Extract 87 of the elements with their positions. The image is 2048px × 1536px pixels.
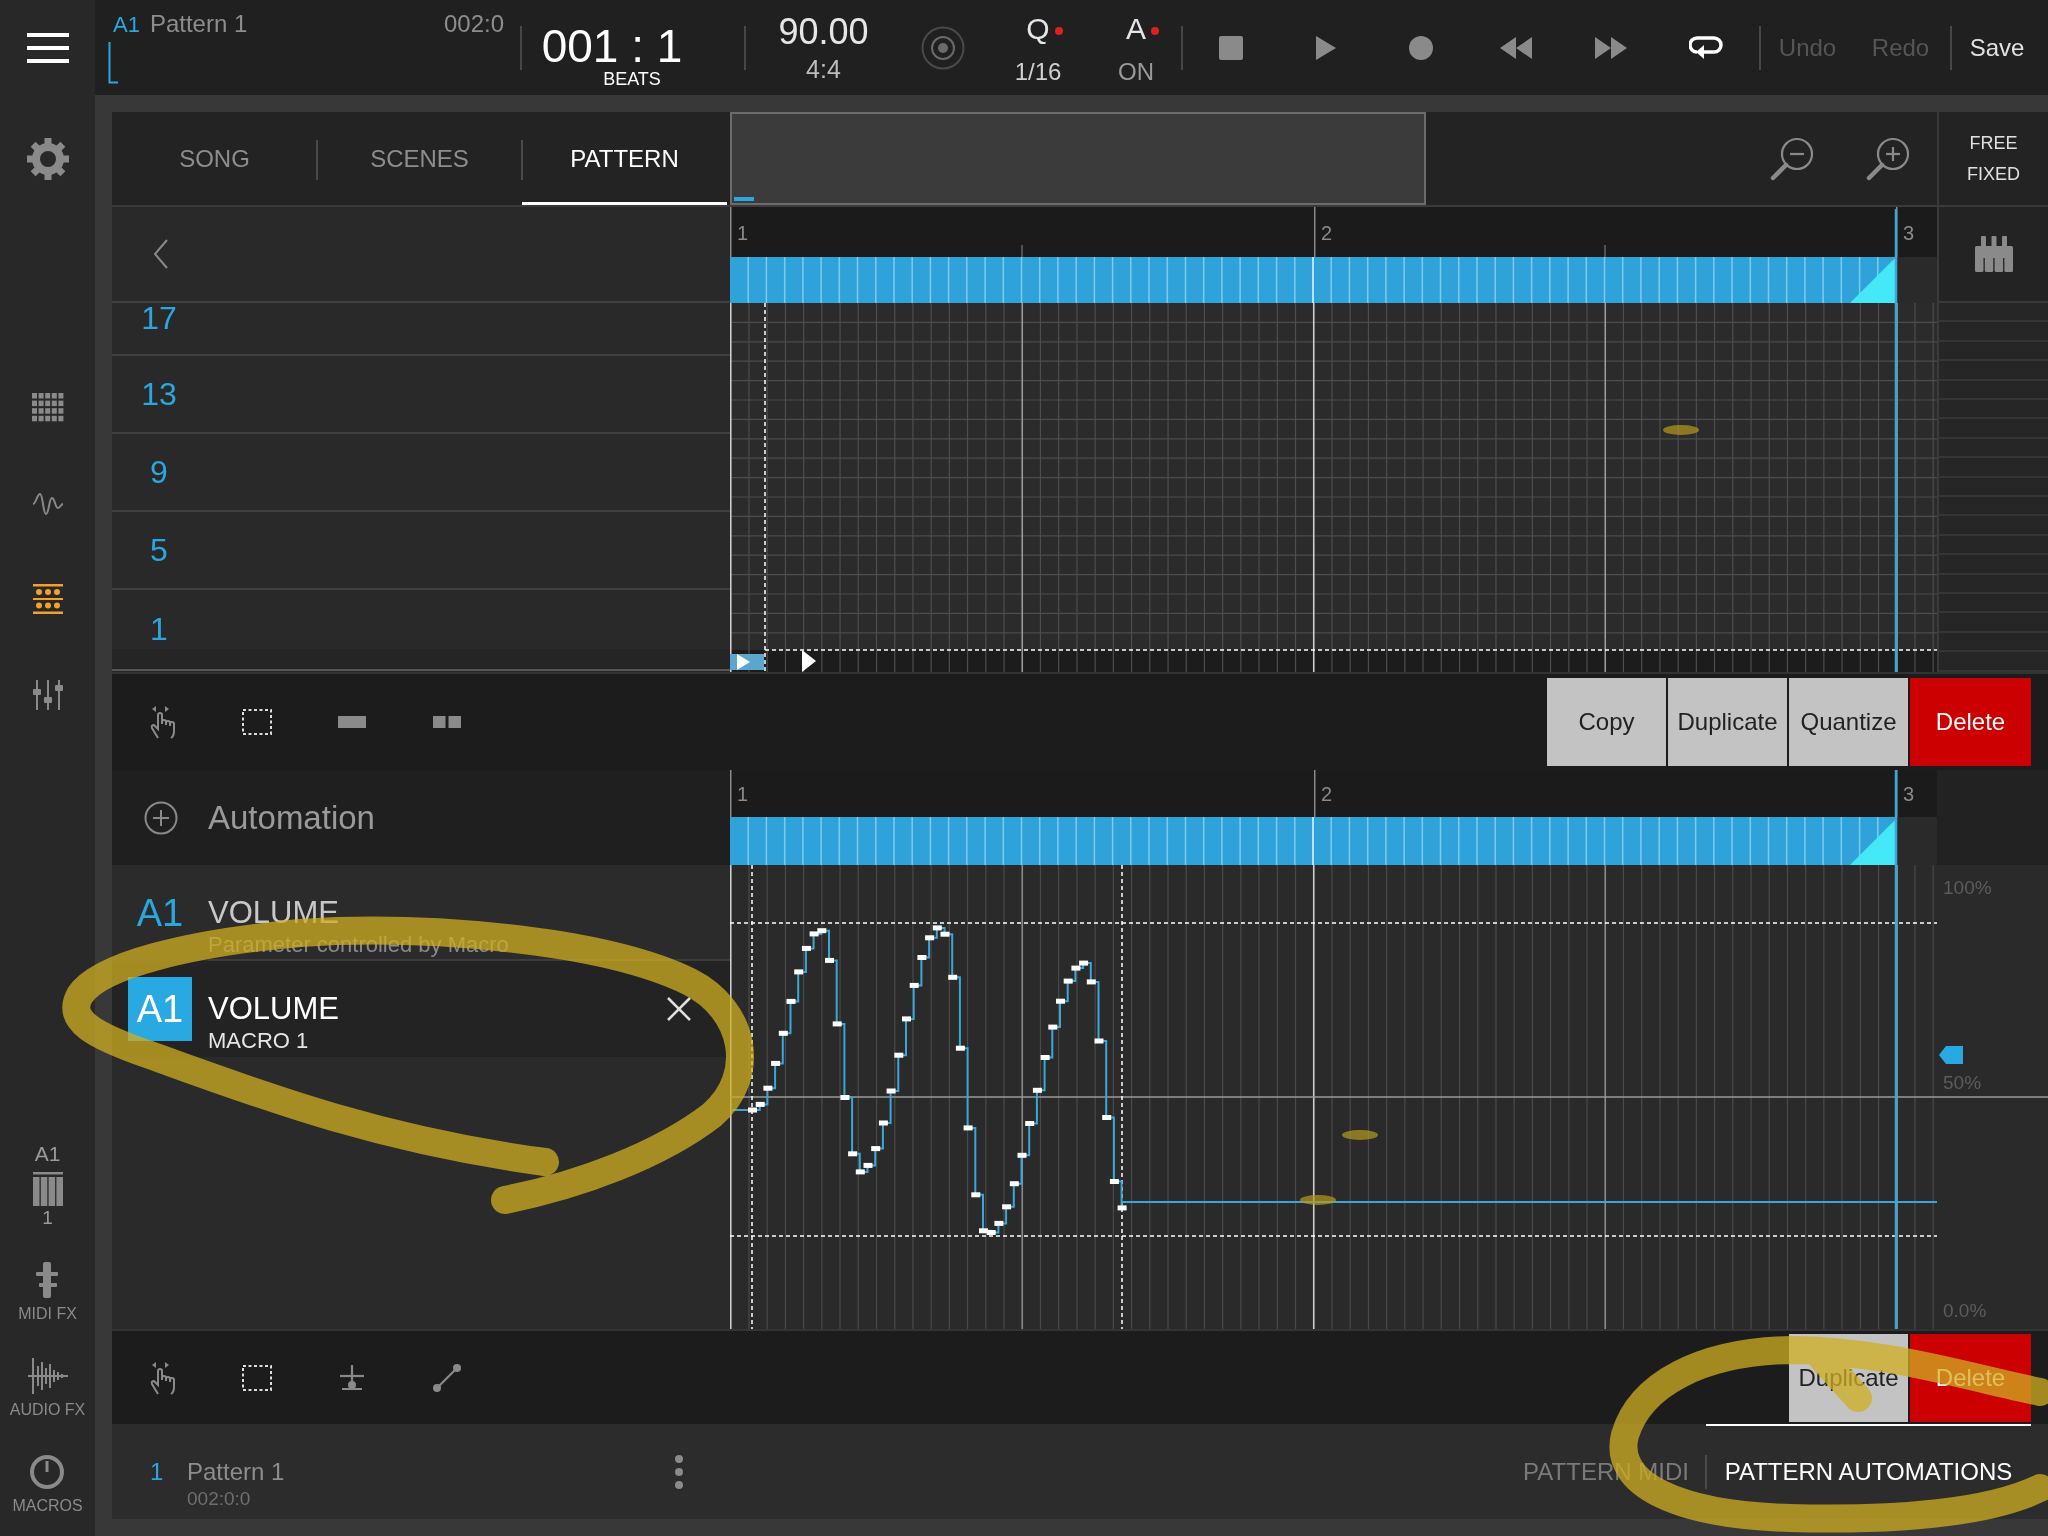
pattern-position: 002:0:0 xyxy=(187,1488,252,1510)
plus-circle-icon[interactable] xyxy=(144,800,178,835)
snap-mode-toggle[interactable]: FREE FIXED xyxy=(1967,127,2020,190)
tempo-value[interactable]: 90.00 xyxy=(778,12,869,52)
track-badge: A1 xyxy=(128,977,192,1041)
bar-block-icon[interactable] xyxy=(337,716,366,728)
piano-icon[interactable] xyxy=(1974,236,2013,272)
more-icon[interactable] xyxy=(675,1455,683,1489)
tab[interactable]: PATTERN AUTOMATIONS xyxy=(1706,1424,2031,1519)
row-number: 9 xyxy=(149,457,169,487)
action-button[interactable]: Save xyxy=(1952,17,2042,78)
automation-title: Automation xyxy=(208,798,375,837)
stop-icon[interactable] xyxy=(1218,35,1243,60)
audio-fx-button[interactable]: AUDIO FX xyxy=(9,1358,86,1420)
parameter-name: VOLUME xyxy=(208,991,339,1027)
track-number: 1 xyxy=(42,1208,53,1228)
close-icon[interactable] xyxy=(666,996,692,1022)
delete-button[interactable]: Delete xyxy=(1910,678,2031,766)
fast-forward-icon[interactable] xyxy=(1594,36,1627,59)
pattern-name: Pattern 1 xyxy=(187,1458,285,1486)
two-blocks-icon[interactable] xyxy=(432,716,461,728)
target-icon[interactable] xyxy=(921,25,965,70)
row-number: 5 xyxy=(149,535,169,565)
automation-lane[interactable]: A1 VOLUME MACRO 1 xyxy=(112,961,730,1057)
row-number: 1 xyxy=(149,614,169,644)
bar-number: 3 xyxy=(1903,783,1915,805)
piano-icon[interactable] xyxy=(32,1172,63,1206)
bar-number: 1 xyxy=(737,783,749,805)
rewind-icon[interactable] xyxy=(1499,36,1532,59)
selection-rect-icon[interactable] xyxy=(241,709,272,735)
bar-number: 3 xyxy=(1903,222,1915,244)
play-icon[interactable] xyxy=(1315,35,1336,60)
track-label: A1 xyxy=(135,890,185,936)
automation-toggle[interactable]: A ON xyxy=(1091,0,1181,95)
selection-rect-icon[interactable] xyxy=(241,1364,272,1391)
pattern-name: Pattern 1 xyxy=(149,9,248,39)
pattern-number: 1 xyxy=(150,1458,165,1486)
knob-icon xyxy=(29,1454,66,1490)
parameter-detail: MACRO 1 xyxy=(208,1027,310,1055)
copy-button[interactable]: Copy xyxy=(1547,678,1666,766)
dot-rows-icon[interactable] xyxy=(31,584,64,614)
quantize-button[interactable]: Quantize xyxy=(1789,678,1908,766)
status-dot-icon xyxy=(1151,27,1159,35)
pattern-region-bar[interactable] xyxy=(730,256,1896,304)
loop-start-icon[interactable] xyxy=(730,654,764,670)
value-marker-icon[interactable] xyxy=(1939,1046,1963,1064)
midi-fx-button[interactable]: MIDI FX xyxy=(18,1262,77,1324)
tab[interactable]: SCENES xyxy=(317,112,522,205)
parameter-name: VOLUME xyxy=(208,895,340,931)
row-number: 17 xyxy=(140,303,178,333)
grid-icon[interactable] xyxy=(31,392,64,422)
zoom-in-icon[interactable] xyxy=(1866,136,1910,181)
pattern-region-bar[interactable] xyxy=(730,816,1896,866)
overview-marker xyxy=(734,197,754,201)
bar-number: 2 xyxy=(1321,783,1333,805)
position-unit: BEATS xyxy=(602,69,661,89)
chevron-left-icon[interactable] xyxy=(153,239,169,269)
macros-button[interactable]: MACROS xyxy=(12,1454,83,1516)
menu-icon[interactable] xyxy=(26,32,69,63)
sliders-icon[interactable] xyxy=(31,680,64,710)
tab[interactable]: PATTERN xyxy=(522,112,727,205)
triangle-marker-icon[interactable] xyxy=(802,650,816,672)
bar-number: 1 xyxy=(737,222,749,244)
loop-icon[interactable] xyxy=(1688,33,1723,62)
line-tool-icon[interactable] xyxy=(431,1362,462,1393)
record-icon[interactable] xyxy=(1408,35,1433,60)
row-number: 13 xyxy=(140,379,178,409)
quantize-toggle[interactable]: Q 1/16 xyxy=(985,0,1091,95)
zoom-out-icon[interactable] xyxy=(1770,136,1814,181)
position-display: 001 : 1 xyxy=(541,22,683,70)
highlight-smudge xyxy=(1300,1195,1336,1205)
waveform-bars-icon xyxy=(27,1358,68,1394)
duplicate-button[interactable]: Duplicate xyxy=(1668,678,1787,766)
settings-icon[interactable] xyxy=(25,137,70,181)
time-signature[interactable]: 4:4 xyxy=(806,54,841,84)
bracket-icon xyxy=(108,42,118,84)
fader-icon xyxy=(34,1262,61,1298)
tab[interactable]: SONG xyxy=(112,112,317,205)
track-label: A1 xyxy=(113,11,140,39)
pattern-position: 002:0 xyxy=(443,9,504,39)
track-name: A1 xyxy=(34,1142,61,1166)
highlight-smudge xyxy=(1342,1130,1378,1140)
region-end-handle-icon[interactable] xyxy=(1850,257,1896,303)
bar-number: 2 xyxy=(1321,222,1333,244)
highlight-smudge xyxy=(1663,425,1699,435)
status-dot-icon xyxy=(1054,27,1063,35)
region-end-handle-icon[interactable] xyxy=(1850,819,1896,865)
